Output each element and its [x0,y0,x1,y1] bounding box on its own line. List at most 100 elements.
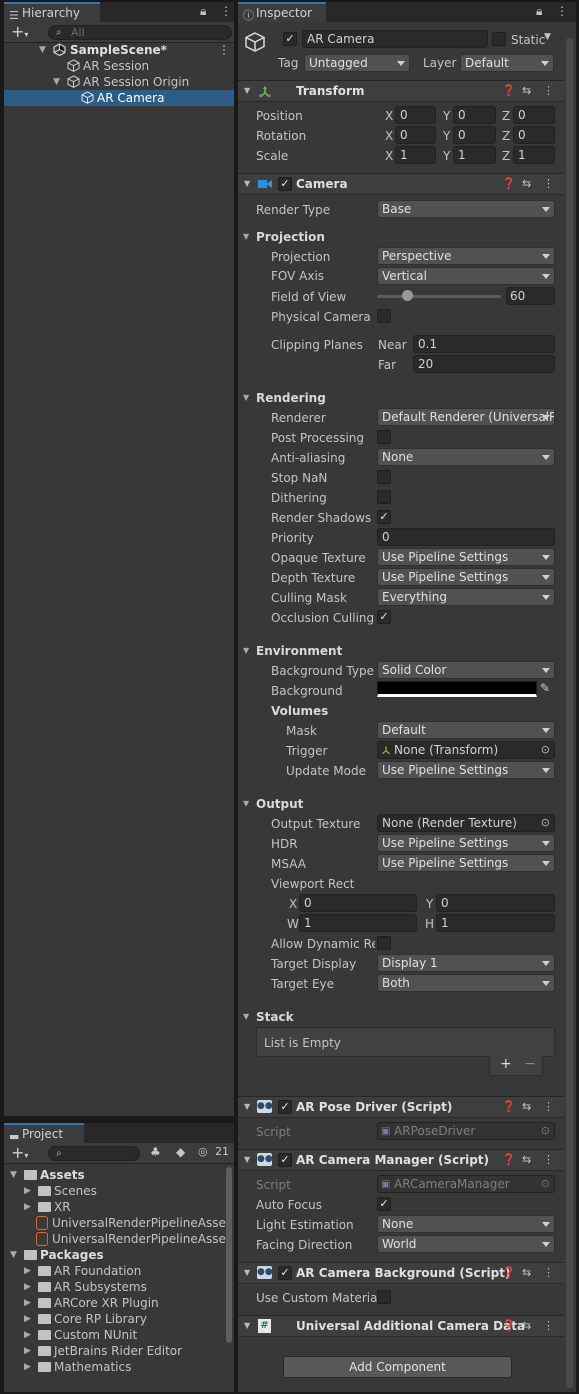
axis-y-label[interactable]: Y [443,128,450,144]
axis-z-label[interactable]: Z [502,148,510,164]
camera-manager-header[interactable]: ▼ ●● ✓ AR Camera Manager (Script) ❓ ⇆ ⋮ [238,1149,564,1171]
transform-header[interactable]: ▼ Transform ❓ ⇆ ⋮ [238,80,564,102]
preset-icon[interactable]: ⇆ [522,1319,531,1332]
fov-slider-thumb[interactable] [401,290,413,301]
renderer-dropdown[interactable]: Default Renderer (UniversalRenderPipelin… [377,408,555,426]
expand-arrow-icon[interactable]: ▶ [24,1263,31,1279]
kebab-menu-icon[interactable]: ⋮ [543,1319,554,1332]
expand-arrow-icon[interactable]: ▶ [24,1311,31,1327]
tag-dropdown[interactable]: Untagged [304,54,410,72]
project-folder-item[interactable]: ▼ Assets [4,1167,224,1183]
lock-icon[interactable]: 🔒︎ [200,4,206,19]
camera-background-enabled-checkbox[interactable]: ✓ [278,1266,292,1280]
object-name-field[interactable]: AR Camera [302,30,488,48]
create-plus-button[interactable]: +▾ [11,23,28,44]
camera-enabled-checkbox[interactable]: ✓ [278,177,292,191]
add-component-button[interactable]: Add Component [283,1356,512,1378]
near-field[interactable]: 0.1 [413,335,555,353]
far-field[interactable]: 20 [413,355,555,373]
pose-driver-enabled-checkbox[interactable]: ✓ [278,1100,292,1114]
dynamic-resolution-checkbox[interactable] [377,936,391,950]
render-type-dropdown[interactable]: Base [377,200,555,218]
static-label[interactable]: Static [511,32,545,48]
tab-inspector[interactable]: ⓘ Inspector [238,2,326,22]
mask-dropdown[interactable]: Default [377,721,555,739]
transform-z-field[interactable]: 1 [513,146,555,164]
hierarchy-item-ar-session[interactable]: AR Session [4,58,234,74]
collapse-arrow-icon[interactable]: ▼ [244,86,250,95]
camera-manager-enabled-checkbox[interactable]: ✓ [278,1153,292,1167]
hidden-packages-icon[interactable]: ◎ [198,1145,208,1158]
priority-field[interactable]: 0 [377,528,555,546]
kebab-menu-icon[interactable]: ⋮ [543,1266,554,1279]
object-picker-icon[interactable]: ⊙ [541,815,550,831]
pose-driver-header[interactable]: ▼ ●● ✓ AR Pose Driver (Script) ❓ ⇆ ⋮ [238,1096,564,1118]
camera-background-header[interactable]: ▼ ●● ✓ AR Camera Background (Script) ❓ ⇆… [238,1262,564,1284]
kebab-menu-icon[interactable]: ⋮ [220,4,232,18]
kebab-menu-icon[interactable]: ⋮ [543,1100,554,1113]
expand-arrow-icon[interactable]: ▼ [10,1247,17,1263]
collapse-arrow-icon[interactable]: ▼ [244,1321,250,1330]
transform-z-field[interactable]: 0 [513,106,555,124]
transform-y-field[interactable]: 0 [453,106,496,124]
depth-texture-dropdown[interactable]: Use Pipeline Settings [377,568,555,586]
expand-arrow-icon[interactable]: ▶ [24,1199,31,1215]
kebab-menu-icon[interactable]: ⋮ [556,4,568,18]
axis-x-label[interactable]: X [385,128,393,144]
environment-section-header[interactable]: ▼ Environment [243,643,342,659]
project-folder-item[interactable]: ▶ JetBrains Rider Editor [4,1343,224,1359]
facing-direction-dropdown[interactable]: World [377,1235,555,1253]
stack-add-button[interactable]: + [500,1056,512,1072]
lock-icon[interactable]: 🔒︎ [536,4,542,19]
transform-x-field[interactable]: 0 [395,106,436,124]
collapse-arrow-icon[interactable]: ▼ [243,796,249,812]
expand-arrow-icon[interactable]: ▶ [24,1279,31,1295]
expand-arrow-icon[interactable]: ▶ [24,1327,31,1343]
preset-icon[interactable]: ⇆ [522,1153,531,1166]
project-asset-item[interactable]: UniversalRenderPipelineAsset [4,1231,231,1247]
collapse-arrow-icon[interactable]: ▼ [243,1009,249,1025]
anti-aliasing-dropdown[interactable]: None [377,448,555,466]
fov-value-field[interactable]: 60 [506,287,555,305]
scene-kebab-icon[interactable]: ⋮ [218,42,230,58]
project-folder-item[interactable]: ▶ AR Subsystems [4,1279,224,1295]
project-folder-item[interactable]: ▶ Core RP Library [4,1311,224,1327]
hdr-dropdown[interactable]: Use Pipeline Settings [377,834,555,852]
axis-x-label[interactable]: X [385,108,393,124]
expand-arrow-icon[interactable]: ▼ [39,42,46,58]
update-mode-dropdown[interactable]: Use Pipeline Settings [377,761,555,779]
viewport-w-field[interactable]: 1 [299,914,417,932]
background-type-dropdown[interactable]: Solid Color [377,661,555,679]
project-folder-item[interactable]: ▶ Scenes [4,1183,224,1199]
dithering-checkbox[interactable] [377,490,391,504]
transform-z-field[interactable]: 0 [513,126,555,144]
stack-section-header[interactable]: ▼ Stack [243,1009,294,1025]
tab-project[interactable]: ▬ Project [4,1123,84,1143]
help-icon[interactable]: ❓ [502,1319,516,1332]
expand-arrow-icon[interactable]: ▶ [24,1183,31,1199]
expand-arrow-icon[interactable]: ▶ [24,1359,31,1375]
static-dropdown-arrow-icon[interactable]: ▼ [544,32,551,42]
collapse-arrow-icon[interactable]: ▼ [244,1102,250,1111]
background-color-swatch[interactable] [377,681,537,697]
transform-x-field[interactable]: 1 [395,146,436,164]
inspector-scrollbar[interactable] [566,38,573,1388]
auto-focus-checkbox[interactable]: ✓ [377,1197,391,1211]
scene-row[interactable]: ▼ SampleScene* ⋮ [4,42,234,58]
help-icon[interactable]: ❓ [502,1266,516,1279]
target-display-dropdown[interactable]: Display 1 [377,954,555,972]
occlusion-culling-checkbox[interactable]: ✓ [377,610,391,624]
preset-icon[interactable]: ⇆ [522,1100,531,1113]
help-icon[interactable]: ❓ [502,1153,516,1166]
create-plus-button[interactable]: +▾ [11,1144,28,1165]
axis-z-label[interactable]: Z [502,128,510,144]
object-picker-icon[interactable]: ⊙ [541,742,550,758]
project-asset-item[interactable]: UniversalRenderPipelineAsset [4,1215,231,1231]
project-folder-item[interactable]: ▼ Packages [4,1247,224,1263]
collapse-arrow-icon[interactable]: ▼ [244,1268,250,1277]
collapse-arrow-icon[interactable]: ▼ [244,179,250,188]
help-icon[interactable]: ❓ [502,84,516,97]
static-checkbox[interactable] [492,32,506,46]
hierarchy-item-ar-session-origin[interactable]: ▼ AR Session Origin [4,74,234,90]
projection-dropdown[interactable]: Perspective [377,247,555,265]
